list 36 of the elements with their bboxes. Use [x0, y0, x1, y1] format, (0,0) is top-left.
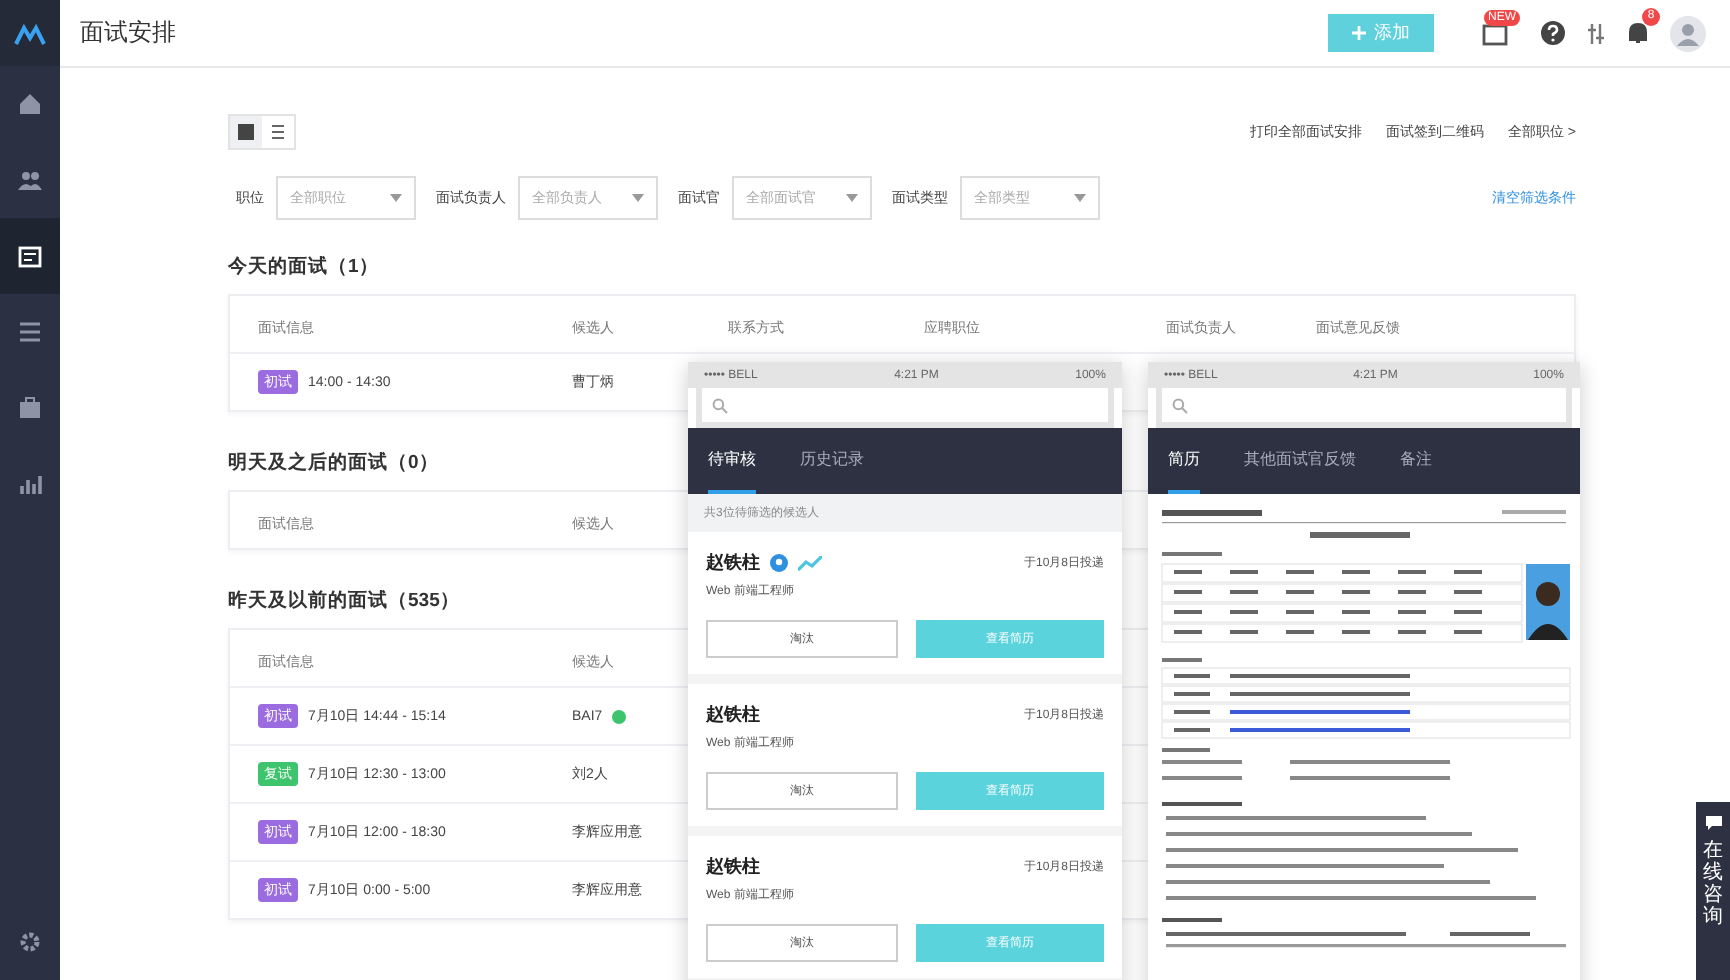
briefcase-icon	[18, 396, 42, 420]
tab[interactable]: 备注	[1400, 448, 1432, 494]
chat-icon	[1703, 814, 1723, 832]
help-icon[interactable]	[1540, 20, 1566, 46]
bell-icon[interactable]	[1626, 20, 1650, 46]
tab[interactable]: 简历	[1168, 448, 1200, 494]
online-chat-tab[interactable]: 在线咨询	[1696, 802, 1730, 980]
caret-icon	[1074, 194, 1086, 202]
calendar-view-toggle[interactable]	[230, 116, 262, 148]
search-field[interactable]	[1156, 388, 1572, 428]
tab[interactable]: 其他面试官反馈	[1244, 448, 1356, 494]
candidate-name: 赵铁柱	[706, 854, 760, 880]
caret-icon	[632, 194, 644, 202]
search-icon	[1172, 397, 1188, 413]
sidebar-item[interactable]	[0, 218, 60, 294]
candidate-name: 赵铁柱	[706, 550, 760, 576]
sort-icon[interactable]	[1586, 21, 1606, 45]
section-title: 今天的面试（1）	[228, 254, 379, 280]
caret-icon	[390, 194, 402, 202]
plus-icon	[1352, 26, 1366, 40]
trend-icon	[798, 555, 822, 571]
settings-icon	[18, 930, 42, 954]
tab[interactable]: 历史记录	[800, 448, 864, 494]
caret-icon	[846, 194, 858, 202]
candidate-name: 赵铁柱	[706, 702, 760, 728]
home-icon	[18, 92, 42, 116]
section-title: 昨天及以前的面试（535）	[228, 588, 460, 614]
search-icon	[712, 397, 728, 413]
chart-icon	[18, 472, 42, 496]
page-title: 面试安排	[80, 16, 176, 50]
list-icon	[18, 320, 42, 344]
list-icon	[270, 124, 286, 140]
avatar-icon[interactable]	[1670, 15, 1706, 51]
people-icon	[18, 168, 42, 192]
section-title: 明天及之后的面试（0）	[228, 450, 439, 476]
search-field[interactable]	[696, 388, 1114, 428]
